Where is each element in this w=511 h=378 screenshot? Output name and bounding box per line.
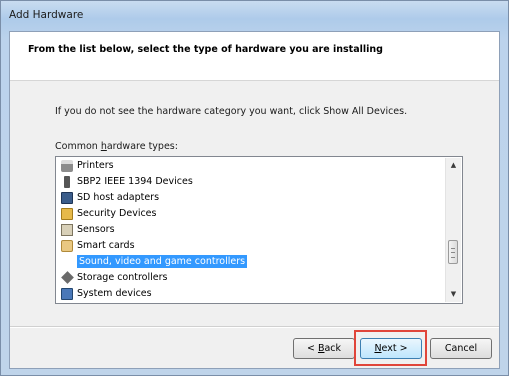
header-instruction: From the list below, select the type of … <box>28 44 383 55</box>
list-item-system-devices[interactable]: System devices <box>57 286 446 302</box>
list-item-label: System devices <box>77 288 152 299</box>
scroll-up-arrow-icon[interactable]: ▲ <box>446 158 461 173</box>
plug-icon <box>64 176 70 188</box>
grip-icon <box>451 248 455 258</box>
list-item-sensors[interactable]: Sensors <box>57 222 446 238</box>
list-item-label: SBP2 IEEE 1394 Devices <box>77 176 193 187</box>
smart-card-icon <box>61 240 73 252</box>
back-button-prefix: < <box>306 343 318 354</box>
list-item-label: Sound, video and game controllers <box>77 255 248 268</box>
list-label-suffix: ardware types: <box>106 141 178 152</box>
scroll-thumb[interactable] <box>448 240 458 264</box>
cancel-button[interactable]: Cancel <box>430 338 492 359</box>
list-item-label: SD host adapters <box>77 192 160 203</box>
list-item-sbp2[interactable]: SBP2 IEEE 1394 Devices <box>57 174 446 190</box>
hardware-types-listbox[interactable]: Printers SBP2 IEEE 1394 Devices SD host … <box>55 156 463 304</box>
list-item-storage-controllers[interactable]: Storage controllers <box>57 270 446 286</box>
list-item-label: Security Devices <box>77 208 157 219</box>
back-button-suffix: ack <box>324 343 342 354</box>
wizard-header: From the list below, select the type of … <box>10 32 499 81</box>
title-bar[interactable]: Add Hardware <box>1 1 508 31</box>
sensor-icon <box>61 224 73 236</box>
list-item-label: Storage controllers <box>77 272 168 283</box>
hardware-types-label: Common hardware types: <box>55 141 178 152</box>
list-item-sound-video-game-controllers[interactable]: Sound, video and game controllers <box>57 254 446 270</box>
add-hardware-window: Add Hardware From the list below, select… <box>0 0 509 376</box>
back-button[interactable]: < Back <box>293 338 355 359</box>
list-item-security-devices[interactable]: Security Devices <box>57 206 446 222</box>
list-item-smart-cards[interactable]: Smart cards <box>57 238 446 254</box>
sd-card-icon <box>61 192 73 204</box>
vertical-scrollbar[interactable]: ▲ ▼ <box>445 158 461 302</box>
window-title: Add Hardware <box>9 9 84 21</box>
storage-controller-icon <box>61 271 74 284</box>
printer-icon <box>61 160 73 172</box>
list-item-label: Printers <box>77 160 114 171</box>
list-item-printers[interactable]: Printers <box>57 158 446 174</box>
list-item-sd-host-adapters[interactable]: SD host adapters <box>57 190 446 206</box>
scroll-down-arrow-icon[interactable]: ▼ <box>446 287 461 302</box>
list-label-prefix: Common <box>55 141 101 152</box>
system-device-icon <box>61 288 73 300</box>
footer-divider <box>10 326 499 328</box>
list-item-label: Smart cards <box>77 240 135 251</box>
security-device-icon <box>61 208 73 220</box>
hardware-types-items: Printers SBP2 IEEE 1394 Devices SD host … <box>57 158 446 302</box>
wizard-client-area: From the list below, select the type of … <box>9 31 500 369</box>
list-item-label: Sensors <box>77 224 115 235</box>
next-button-highlight-box <box>354 330 427 366</box>
show-all-hint: If you do not see the hardware category … <box>55 106 408 117</box>
speaker-icon <box>62 256 72 268</box>
